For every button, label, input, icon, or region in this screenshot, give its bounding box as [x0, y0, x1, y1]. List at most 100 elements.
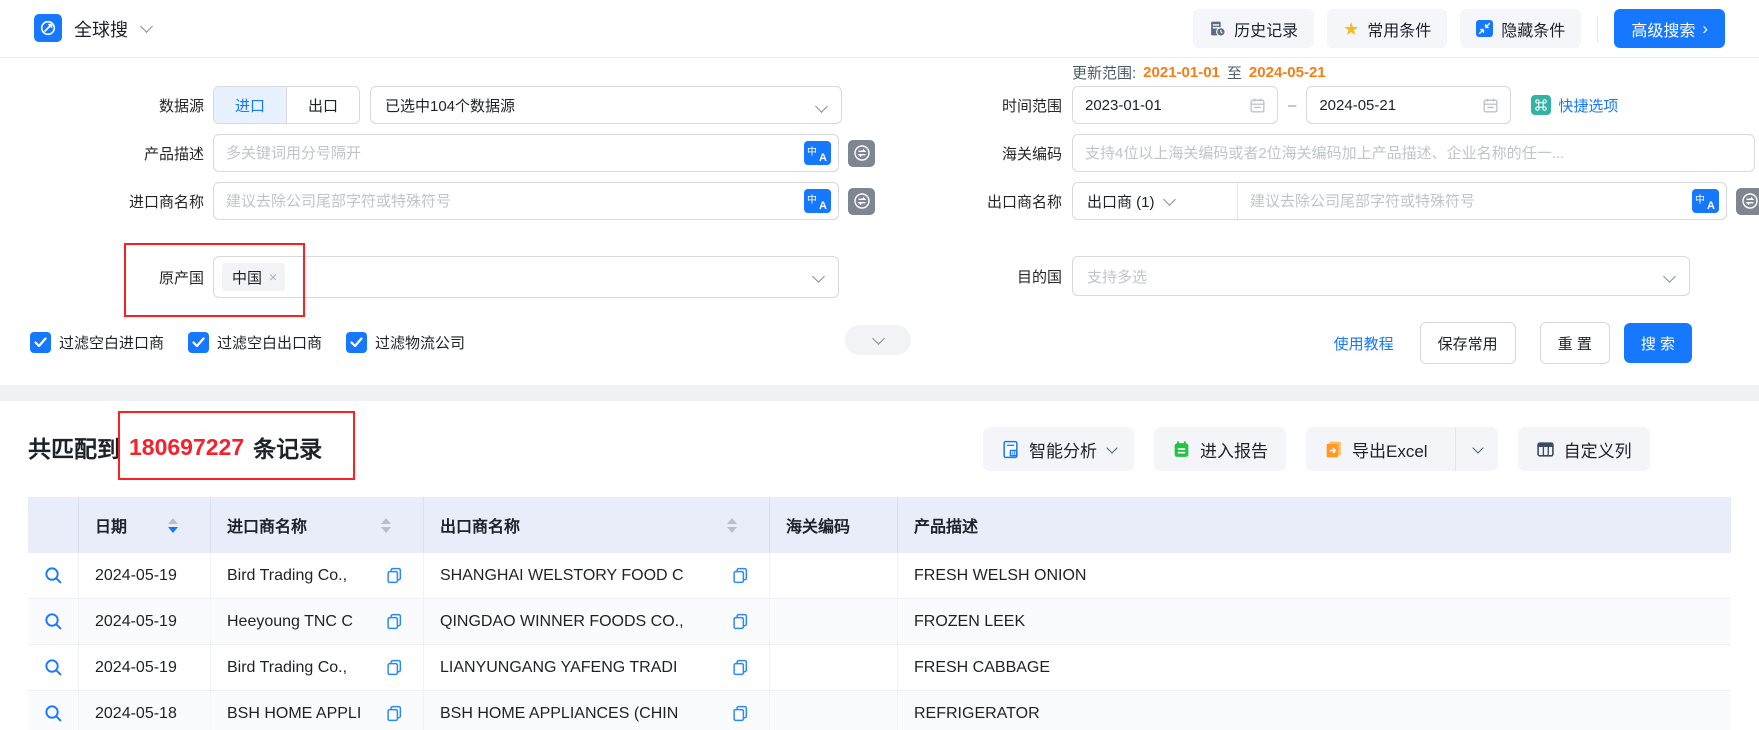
hs-code-inputbox	[1072, 134, 1755, 172]
magnifier-icon[interactable]	[43, 611, 64, 632]
table-row[interactable]: 2024-05-19 Heeyoung TNC C QINGDAO WINNER…	[28, 599, 1731, 645]
globe-arrow-icon	[39, 19, 57, 37]
checkbox-filter-blank-exporter[interactable]: 过滤空白出口商	[188, 332, 322, 353]
row-detail-cell[interactable]	[28, 691, 78, 730]
row-date: 2024-05-19	[78, 645, 210, 690]
calendar-icon	[1482, 97, 1499, 114]
sort-icons[interactable]	[727, 518, 737, 533]
export-options-dropdown[interactable]	[1455, 427, 1498, 471]
header-hscode: 海关编码	[769, 497, 897, 553]
copy-icon[interactable]	[732, 567, 749, 584]
checkbox-filter-logistics[interactable]: 过滤物流公司	[346, 332, 465, 353]
hide-conditions-button[interactable]: 隐藏条件	[1460, 9, 1581, 48]
table-row[interactable]: 2024-05-18 BSH HOME APPLI BSH HOME APPLI…	[28, 691, 1731, 730]
table-row[interactable]: 2024-05-19 Bird Trading Co., SHANGHAI WE…	[28, 553, 1731, 599]
save-favorite-button[interactable]: 保存常用	[1420, 322, 1516, 364]
checkbox-filter-blank-importer[interactable]: 过滤空白进口商	[30, 332, 164, 353]
origin-country-label: 原产国	[0, 267, 204, 288]
favorites-button[interactable]: ★ 常用条件	[1327, 9, 1447, 48]
form-actions: 使用教程 保存常用 重 置 搜 索	[1334, 322, 1692, 364]
importer-name[interactable]: BSH HOME APPLI	[227, 705, 361, 723]
importer-name[interactable]: Bird Trading Co.,	[227, 567, 347, 585]
smart-analysis-button[interactable]: BI 智能分析	[983, 427, 1134, 471]
exporter-type-select[interactable]: 出口商 (1)	[1073, 183, 1238, 219]
header-importer[interactable]: 进口商名称	[210, 497, 423, 553]
topbar: 全球搜 历史记录 ★ 常用条件	[0, 0, 1759, 58]
exporter-input[interactable]	[1238, 193, 1692, 210]
importer-name[interactable]: Heeyoung TNC C	[227, 613, 353, 631]
export-tab[interactable]: 出口	[286, 87, 359, 123]
sort-icons[interactable]	[381, 518, 391, 533]
copy-icon[interactable]	[732, 659, 749, 676]
advanced-search-label: 高级搜索	[1631, 17, 1695, 41]
translate-icon[interactable]: 中A	[804, 189, 831, 213]
exporter-name[interactable]: BSH HOME APPLIANCES (CHIN	[440, 705, 678, 723]
quick-options-link[interactable]: 快捷选项	[1531, 95, 1618, 116]
trade-direction-segment: 进口 出口	[213, 86, 360, 124]
enter-report-button[interactable]: 进入报告	[1154, 427, 1286, 471]
importer-name[interactable]: Bird Trading Co.,	[227, 659, 347, 677]
table-row[interactable]: 2024-05-19 Bird Trading Co., LIANYUNGANG…	[28, 645, 1731, 691]
header-exporter[interactable]: 出口商名称	[423, 497, 769, 553]
magnifier-icon[interactable]	[43, 565, 64, 586]
history-button[interactable]: 历史记录	[1193, 9, 1314, 48]
row-importer-cell: Heeyoung TNC C	[210, 599, 423, 644]
date-from-input[interactable]	[1073, 97, 1277, 114]
exporter-label: 出口商名称	[868, 191, 1062, 212]
table-body: 2024-05-19 Bird Trading Co., SHANGHAI WE…	[28, 553, 1731, 730]
importer-input[interactable]	[214, 193, 804, 210]
results-prefix: 共匹配到	[28, 430, 120, 464]
magnifier-icon[interactable]	[43, 703, 64, 724]
header-product: 产品描述	[897, 497, 1731, 553]
row-importer-cell: BSH HOME APPLI	[210, 691, 423, 730]
sort-icons[interactable]	[168, 518, 178, 533]
header-hscode-label: 海关编码	[786, 513, 850, 537]
export-excel-button[interactable]: 导出Excel	[1306, 427, 1446, 471]
star-icon: ★	[1343, 20, 1359, 38]
app-logo	[34, 14, 62, 42]
destination-select[interactable]: 支持多选	[1072, 256, 1690, 296]
report-icon	[1172, 440, 1191, 459]
date-to-input[interactable]	[1307, 97, 1510, 114]
table-header: 日期 进口商名称 出口商名称 海关编码 产品描述	[28, 497, 1731, 553]
data-source-select[interactable]: 已选中104个数据源	[370, 86, 842, 124]
synonym-swap-icon[interactable]	[1736, 188, 1759, 215]
exporter-name[interactable]: LIANYUNGANG YAFENG TRADI	[440, 659, 677, 677]
origin-country-select[interactable]: 中国 ×	[213, 256, 839, 298]
copy-icon[interactable]	[386, 567, 403, 584]
copy-icon[interactable]	[386, 613, 403, 630]
search-button[interactable]: 搜 索	[1624, 323, 1692, 363]
copy-icon[interactable]	[732, 613, 749, 630]
exporter-name[interactable]: QINGDAO WINNER FOODS CO.,	[440, 613, 684, 631]
copy-icon[interactable]	[732, 705, 749, 722]
row-detail-cell[interactable]	[28, 599, 78, 644]
import-tab[interactable]: 进口	[214, 87, 286, 123]
row-date: 2024-05-19	[78, 599, 210, 644]
translate-icon[interactable]: 中A	[1692, 189, 1719, 213]
custom-columns-button[interactable]: 自定义列	[1518, 427, 1650, 471]
translate-icon[interactable]: 中A	[804, 141, 831, 165]
hs-code-input[interactable]	[1073, 145, 1754, 162]
copy-icon[interactable]	[386, 705, 403, 722]
tag-close-icon[interactable]: ×	[269, 270, 277, 284]
origin-country-tag: 中国 ×	[222, 263, 285, 291]
exporter-name[interactable]: SHANGHAI WELSTORY FOOD C	[440, 567, 684, 585]
copy-icon[interactable]	[386, 659, 403, 676]
collapse-form-button[interactable]	[845, 325, 911, 355]
row-detail-cell[interactable]	[28, 645, 78, 690]
header-date[interactable]: 日期	[78, 497, 210, 553]
advanced-search-button[interactable]: 高级搜索 ›	[1614, 9, 1725, 48]
reset-button[interactable]: 重 置	[1540, 322, 1610, 364]
chevron-down-icon	[1663, 270, 1676, 283]
product-desc-input[interactable]	[214, 145, 804, 162]
chevron-down-icon	[815, 100, 828, 113]
hs-code-row: 海关编码	[868, 134, 1755, 172]
chevron-down-icon	[1106, 442, 1117, 453]
row-detail-cell[interactable]	[28, 553, 78, 598]
app-switcher-chevron-icon[interactable]	[140, 20, 153, 33]
product-desc-label: 产品描述	[0, 143, 204, 164]
tutorial-link[interactable]: 使用教程	[1334, 333, 1394, 354]
header-exporter-label: 出口商名称	[440, 513, 520, 537]
magnifier-icon[interactable]	[43, 657, 64, 678]
row-hscode	[769, 645, 897, 690]
